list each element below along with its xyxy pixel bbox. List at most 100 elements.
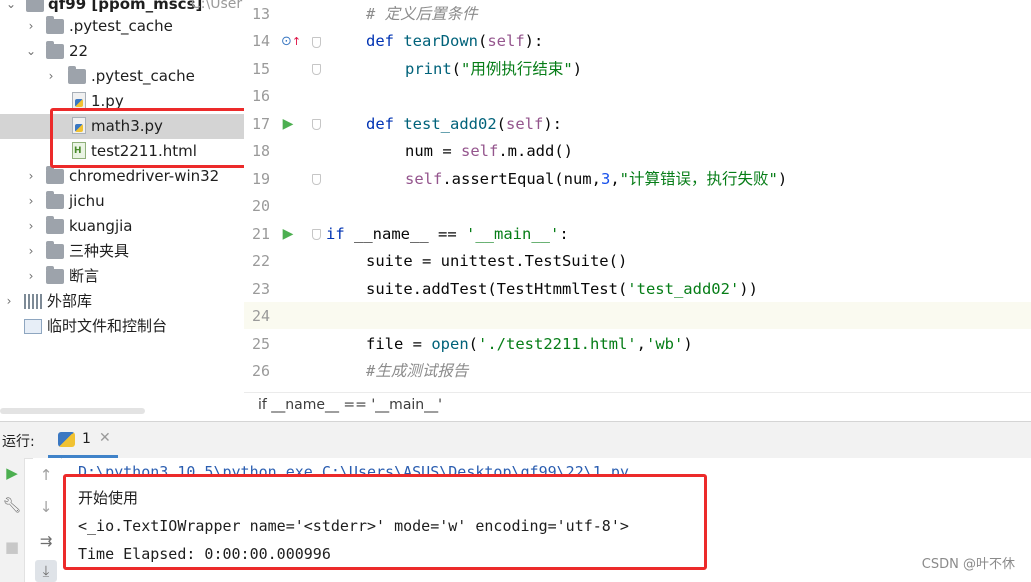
horizontal-scrollbar[interactable] (0, 408, 145, 414)
line-number: 26 (251, 362, 270, 380)
run-test-icon[interactable]: ▶ (281, 111, 295, 138)
editor-breadcrumb-bar: if __name__ == '__main__' (244, 392, 1031, 421)
tree-item-fixtures[interactable]: › 三种夹具 (0, 239, 244, 264)
line-number: 20 (251, 197, 270, 215)
folder-icon (46, 191, 64, 209)
run-tab[interactable]: 1 ✕ (48, 422, 118, 458)
chevron-right-icon[interactable]: › (24, 14, 38, 39)
tree-item-label: 22 (69, 42, 89, 60)
code-line-21[interactable]: if __name__ == '__main__': (326, 221, 569, 248)
chevron-right-icon[interactable]: › (24, 214, 38, 239)
tree-item-external-libraries[interactable]: › 外部库 (0, 289, 244, 314)
folder-icon (46, 166, 64, 184)
line-number: 18 (251, 142, 270, 160)
line-number: 13 (251, 5, 270, 23)
stop-icon[interactable]: ■ (1, 536, 23, 558)
tree-item-label: kuangjia (69, 217, 133, 235)
tree-item-assertions[interactable]: › 断言 (0, 264, 244, 289)
line-number: 14 (251, 32, 270, 50)
tree-item-22[interactable]: ⌄ 22 (0, 39, 244, 64)
chevron-right-icon[interactable]: › (44, 64, 58, 89)
run-tool-window-header: 运行: 1 ✕ (0, 421, 1031, 459)
code-line-26[interactable]: #生成测试报告 (366, 358, 468, 385)
line-number: 17 (251, 115, 270, 133)
code-line-19[interactable]: self.assertEqual(num,3,"计算错误，执行失败") (405, 166, 787, 193)
code-line-22[interactable]: suite = unittest.TestSuite() (366, 248, 627, 275)
tree-item-test2211-html[interactable]: H test2211.html (0, 139, 244, 164)
tree-item-scratches[interactable]: 临时文件和控制台 (0, 314, 244, 339)
tree-item-label: 三种夹具 (69, 242, 130, 260)
rerun-icon[interactable]: ▶ (1, 462, 23, 484)
tree-item-label: chromedriver-win32 (69, 167, 220, 185)
folder-icon (26, 0, 44, 12)
tree-item-label: 断言 (69, 267, 100, 285)
run-secondary-toolbar: ↑ ↓ ⇉ ⤓ (33, 458, 61, 582)
chevron-right-icon[interactable]: › (24, 189, 38, 214)
chevron-right-icon[interactable]: › (2, 289, 16, 314)
tree-item-math3-py[interactable]: math3.py (0, 114, 244, 139)
library-icon (24, 294, 42, 309)
tree-item-label: jichu (69, 192, 105, 210)
breadcrumb[interactable]: if __name__ == '__main__' (258, 397, 442, 413)
close-icon[interactable]: ✕ (99, 430, 111, 446)
code-line-17[interactable]: def test_add02(self): (366, 111, 562, 138)
chevron-right-icon[interactable]: › (24, 239, 38, 264)
line-number: 24 (251, 307, 270, 325)
tree-item-pytest-cache[interactable]: › .pytest_cache (0, 14, 244, 39)
tree-item-label: test2211.html (91, 142, 197, 160)
tree-item-label: .pytest_cache (91, 67, 195, 85)
soft-wrap-icon[interactable]: ⇉ (35, 530, 57, 552)
python-icon (58, 432, 75, 447)
run-main-icon[interactable]: ▶ (281, 221, 295, 248)
console-command-line: D:\python3_10_5\python.exe C:\Users\ASUS… (78, 463, 629, 481)
tree-item-1-py[interactable]: 1.py (0, 89, 244, 114)
tree-item-chromedriver[interactable]: › chromedriver-win32 (0, 164, 244, 189)
scroll-to-end-icon[interactable]: ⤓ (35, 560, 57, 582)
line-number: 21 (251, 225, 270, 243)
python-file-icon (72, 117, 86, 134)
python-file-icon (72, 92, 86, 109)
arrow-up-icon[interactable]: ↑ (35, 464, 57, 486)
chevron-right-icon[interactable]: › (24, 264, 38, 289)
tree-item-jichu[interactable]: › jichu (0, 189, 244, 214)
code-line-25[interactable]: file = open('./test2211.html','wb') (366, 331, 693, 358)
folder-icon (46, 41, 64, 59)
tree-item-pytest-cache-nested[interactable]: › .pytest_cache (0, 64, 244, 89)
code-line-15[interactable]: print("用例执行结束") (405, 56, 582, 83)
folder-icon (46, 241, 64, 259)
console-output-line: <_io.TextIOWrapper name='<stderr>' mode=… (78, 517, 629, 535)
tree-item-label: 临时文件和控制台 (47, 317, 168, 335)
folder-icon (46, 216, 64, 234)
code-line-13[interactable]: # 定义后置条件 (366, 1, 478, 28)
chevron-down-icon[interactable]: ⌄ (24, 39, 38, 64)
line-number: 16 (251, 87, 270, 105)
run-panel-title: 运行: (2, 434, 35, 450)
folder-icon (68, 66, 86, 84)
console-output-line: Time Elapsed: 0:00:00.000996 (78, 545, 331, 563)
line-number: 23 (251, 280, 270, 298)
watermark: CSDN @叶不休 (921, 557, 1015, 572)
html-file-icon: H (72, 142, 86, 159)
folder-icon (46, 16, 64, 34)
console-output-line: 开始使用 (78, 489, 139, 507)
override-marker-icon[interactable]: ⊙↑ (281, 28, 301, 55)
arrow-down-icon[interactable]: ↓ (35, 496, 57, 518)
tree-item-label: 外部库 (47, 292, 93, 310)
code-line-18[interactable]: num = self.m.add() (405, 138, 573, 165)
run-toolbar: ▶ 🔧︎ ■ (0, 458, 25, 582)
code-line-23[interactable]: suite.addTest(TestHtmmlTest('test_add02'… (366, 276, 758, 303)
folder-icon (46, 266, 64, 284)
line-number: 15 (251, 60, 270, 78)
tree-item-label: 1.py (91, 92, 124, 110)
tree-item-label: .pytest_cache (69, 17, 173, 35)
line-number: 25 (251, 335, 270, 353)
scratches-icon (24, 319, 42, 334)
line-number: 19 (251, 170, 270, 188)
project-tree: ⌄ qf99 [ppom_mscs] C:\User › .pytest_cac… (0, 0, 244, 404)
chevron-right-icon[interactable]: › (24, 164, 38, 189)
run-console[interactable]: D:\python3_10_5\python.exe C:\Users\ASUS… (62, 458, 1031, 582)
code-line-14[interactable]: def tearDown(self): (366, 28, 543, 55)
wrench-icon[interactable]: 🔧︎ (1, 494, 23, 516)
line-number: 22 (251, 252, 270, 270)
tree-item-kuangjia[interactable]: › kuangjia (0, 214, 244, 239)
